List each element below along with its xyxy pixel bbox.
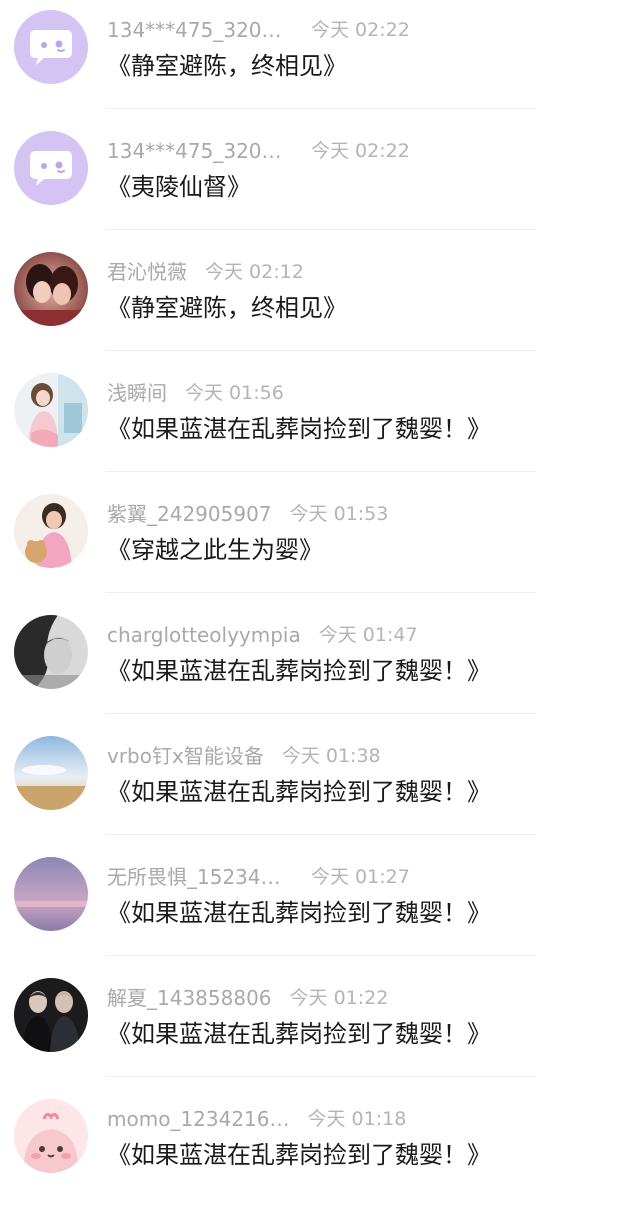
username[interactable]: 134***475_3202… xyxy=(107,137,293,165)
avatar[interactable] xyxy=(14,252,88,326)
username[interactable]: 解夏_143858806 xyxy=(107,984,272,1012)
item-meta: momo_1234216… 今天 01:18 xyxy=(107,1105,406,1133)
timestamp: 今天 01:27 xyxy=(311,866,410,888)
item-meta: 无所畏惧_152344… 今天 01:27 xyxy=(107,863,410,891)
timestamp: 今天 02:12 xyxy=(205,261,304,283)
book-title[interactable]: 《静室避陈，终相见》 xyxy=(107,290,347,326)
book-title[interactable]: 《夷陵仙督》 xyxy=(107,169,251,205)
username[interactable]: 浅瞬间 xyxy=(107,379,167,407)
divider xyxy=(105,713,536,714)
list-item[interactable]: 134***475_3202… 今天 02:22 《夷陵仙督》 xyxy=(0,121,640,242)
divider xyxy=(105,229,536,230)
book-title[interactable]: 《如果蓝湛在乱葬岗捡到了魏婴！》 xyxy=(107,411,491,447)
book-title[interactable]: 《如果蓝湛在乱葬岗捡到了魏婴！》 xyxy=(107,895,491,931)
timestamp: 今天 01:53 xyxy=(289,503,389,525)
item-meta: 紫翼_242905907 今天 01:53 xyxy=(107,500,388,528)
list-item[interactable]: 紫翼_242905907 今天 01:53 《穿越之此生为婴》 xyxy=(0,484,640,605)
avatar[interactable] xyxy=(14,857,88,931)
timestamp: 今天 01:56 xyxy=(185,382,284,404)
list-item[interactable]: vrbo钉x智能设备 今天 01:38 《如果蓝湛在乱葬岗捡到了魏婴！》 xyxy=(0,726,640,847)
item-meta: 134***475_3202… 今天 02:22 xyxy=(107,16,410,44)
avatar[interactable] xyxy=(14,978,88,1052)
avatar[interactable] xyxy=(14,131,88,205)
book-share-list: 134***475_3202… 今天 02:22 《静室避陈，终相见》 134**… xyxy=(0,0,640,1188)
item-meta: 解夏_143858806 今天 01:22 xyxy=(107,984,388,1012)
username[interactable]: 134***475_3202… xyxy=(107,16,293,44)
timestamp: 今天 01:47 xyxy=(318,624,418,646)
list-item[interactable]: 浅瞬间 今天 01:56 《如果蓝湛在乱葬岗捡到了魏婴！》 xyxy=(0,363,640,484)
username[interactable]: 紫翼_242905907 xyxy=(107,500,272,528)
book-title[interactable]: 《如果蓝湛在乱葬岗捡到了魏婴！》 xyxy=(107,653,491,689)
avatar[interactable] xyxy=(14,494,88,568)
divider xyxy=(105,834,536,835)
book-title[interactable]: 《如果蓝湛在乱葬岗捡到了魏婴！》 xyxy=(107,1016,491,1052)
username[interactable]: charglotteolyympia xyxy=(107,621,301,649)
avatar[interactable] xyxy=(14,10,88,84)
timestamp: 今天 02:22 xyxy=(311,140,410,162)
divider xyxy=(105,1076,536,1077)
divider xyxy=(105,471,536,472)
username[interactable]: 君沁悦薇 xyxy=(107,258,187,286)
list-item[interactable]: 无所畏惧_152344… 今天 01:27 《如果蓝湛在乱葬岗捡到了魏婴！》 xyxy=(0,847,640,968)
timestamp: 今天 01:22 xyxy=(289,987,389,1009)
divider xyxy=(105,108,536,109)
book-title[interactable]: 《穿越之此生为婴》 xyxy=(107,532,323,568)
divider xyxy=(105,955,536,956)
item-meta: 浅瞬间 今天 01:56 xyxy=(107,379,284,407)
timestamp: 今天 01:38 xyxy=(281,745,381,767)
book-title[interactable]: 《如果蓝湛在乱葬岗捡到了魏婴！》 xyxy=(107,1137,491,1173)
avatar[interactable] xyxy=(14,615,88,689)
username[interactable]: momo_1234216… xyxy=(107,1105,290,1133)
username[interactable]: 无所畏惧_152344… xyxy=(107,863,293,891)
item-meta: vrbo钉x智能设备 今天 01:38 xyxy=(107,742,381,770)
list-item[interactable]: momo_1234216… 今天 01:18 《如果蓝湛在乱葬岗捡到了魏婴！》 xyxy=(0,1089,640,1210)
item-meta: charglotteolyympia 今天 01:47 xyxy=(107,621,418,649)
avatar[interactable] xyxy=(14,736,88,810)
item-meta: 君沁悦薇 今天 02:12 xyxy=(107,258,304,286)
list-item[interactable]: 君沁悦薇 今天 02:12 《静室避陈，终相见》 xyxy=(0,242,640,363)
book-title[interactable]: 《如果蓝湛在乱葬岗捡到了魏婴！》 xyxy=(107,774,491,810)
timestamp: 今天 01:18 xyxy=(307,1108,407,1130)
avatar[interactable] xyxy=(14,1099,88,1173)
list-item[interactable]: charglotteolyympia 今天 01:47 《如果蓝湛在乱葬岗捡到了魏… xyxy=(0,605,640,726)
list-item[interactable]: 解夏_143858806 今天 01:22 《如果蓝湛在乱葬岗捡到了魏婴！》 xyxy=(0,968,640,1089)
avatar[interactable] xyxy=(14,373,88,447)
list-item[interactable]: 134***475_3202… 今天 02:22 《静室避陈，终相见》 xyxy=(0,0,640,121)
timestamp: 今天 02:22 xyxy=(311,19,410,41)
username[interactable]: vrbo钉x智能设备 xyxy=(107,742,264,770)
divider xyxy=(105,350,536,351)
book-title[interactable]: 《静室避陈，终相见》 xyxy=(107,48,347,84)
divider xyxy=(105,592,536,593)
item-meta: 134***475_3202… 今天 02:22 xyxy=(107,137,410,165)
